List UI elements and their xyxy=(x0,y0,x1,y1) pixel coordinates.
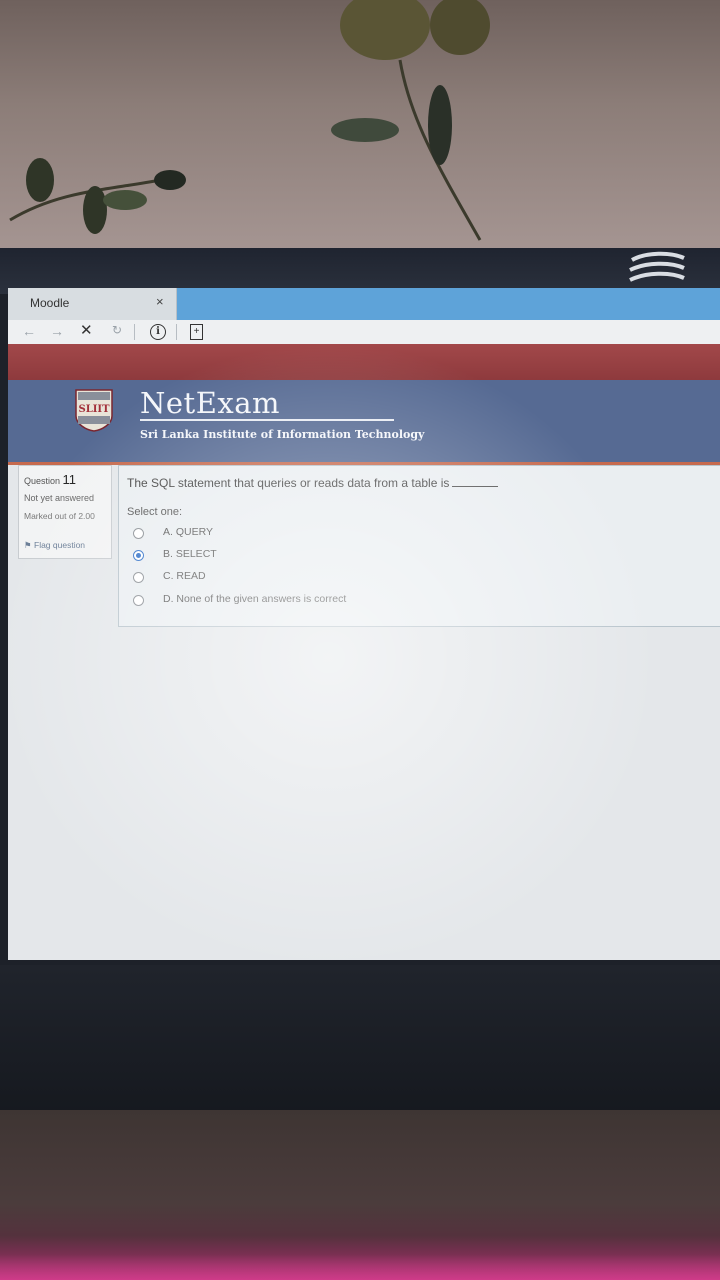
question-panel: The SQL statement that queries or reads … xyxy=(118,465,720,627)
monitor-brand-logo xyxy=(629,251,685,282)
answer-label-c[interactable]: C. READ xyxy=(163,570,206,582)
toolbar-divider xyxy=(176,324,177,340)
toolbar-divider xyxy=(134,324,135,340)
question-label: Question xyxy=(24,476,61,486)
back-arrow-icon[interactable]: ← xyxy=(22,323,36,339)
wall-background xyxy=(0,0,720,262)
site-header: SLIIT NetExam Sri Lanka Institute of Inf… xyxy=(8,380,720,465)
screen: Moodle × ← → ✕ ↻ i + SLIIT NetExam Sri L… xyxy=(8,288,720,960)
answer-label-b[interactable]: B. SELECT xyxy=(163,548,217,560)
select-one-prompt: Select one: xyxy=(127,506,183,518)
tab-close-icon[interactable]: × xyxy=(156,294,164,309)
site-info-icon[interactable]: i xyxy=(150,324,166,340)
forward-arrow-icon[interactable]: → xyxy=(50,323,64,339)
refresh-icon[interactable]: ↻ xyxy=(112,323,122,337)
browser-toolbar: ← → ✕ ↻ i + xyxy=(8,320,720,345)
tab-title: Moodle xyxy=(30,296,70,310)
flag-question-label: Flag question xyxy=(34,540,86,550)
header-red-band xyxy=(8,344,720,380)
page-add-icon[interactable]: + xyxy=(190,324,203,340)
question-state: Not yet answered xyxy=(24,493,95,503)
answer-radio-b[interactable] xyxy=(133,550,144,561)
brand-underline xyxy=(140,419,394,421)
vine-decoration xyxy=(9,0,490,241)
brand-title: NetExam xyxy=(140,386,281,420)
sliit-logo: SLIIT xyxy=(75,389,113,432)
answer-label-d[interactable]: D. None of the given answers is correct xyxy=(163,593,346,605)
tab-moodle[interactable]: Moodle × xyxy=(8,288,177,320)
question-marks: Marked out of 2.00 xyxy=(24,511,95,521)
answer-radio-d[interactable] xyxy=(133,595,144,606)
monitor-bottom-bezel xyxy=(0,965,720,1125)
answer-label-a[interactable]: A. QUERY xyxy=(163,526,213,538)
question-text-label: The SQL statement that queries or reads … xyxy=(127,476,450,490)
quiz-content: Question 11 Not yet answered Marked out … xyxy=(8,465,720,960)
question-text: The SQL statement that queries or reads … xyxy=(127,476,499,490)
tab-strip: Moodle × xyxy=(8,288,720,320)
keyboard-backlight-glow xyxy=(0,1236,720,1280)
flag-icon: ⚑ xyxy=(24,540,32,550)
institute-name: Sri Lanka Institute of Information Techn… xyxy=(140,428,425,441)
stop-loading-icon[interactable]: ✕ xyxy=(80,321,93,339)
answer-radio-a[interactable] xyxy=(133,528,144,539)
question-info-panel: Question 11 Not yet answered Marked out … xyxy=(18,465,112,559)
question-blank xyxy=(452,486,499,487)
question-number-value: 11 xyxy=(62,472,77,487)
answer-radio-c[interactable] xyxy=(133,572,144,583)
question-number: Question 11 xyxy=(24,472,76,487)
svg-text:SLIIT: SLIIT xyxy=(78,404,110,415)
flag-question-link[interactable]: ⚑ Flag question xyxy=(24,540,85,551)
